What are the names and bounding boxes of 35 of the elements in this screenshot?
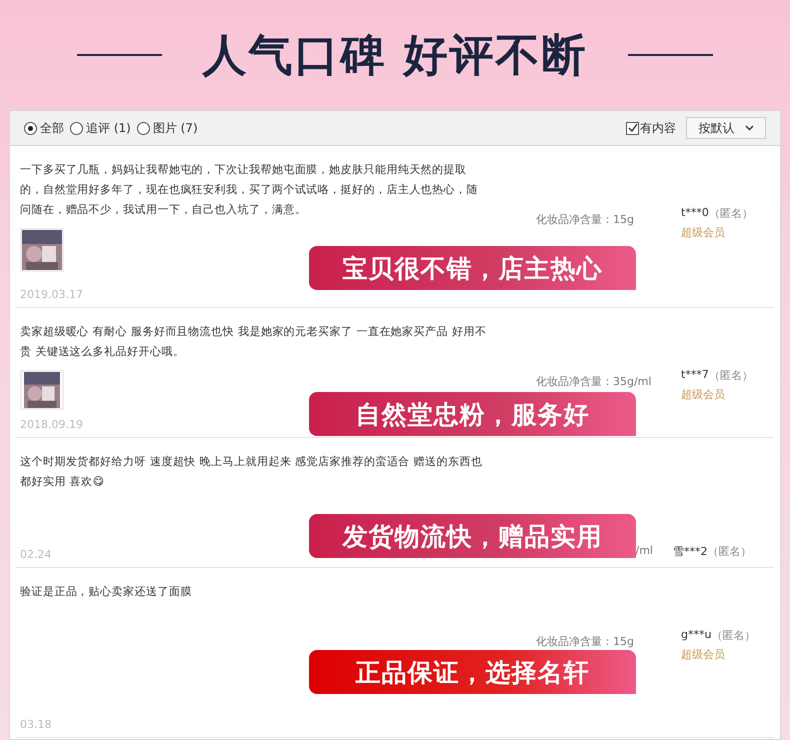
- user-name: 雪***2: [673, 544, 708, 559]
- page-heading: 人气口碑 好评不断: [202, 28, 588, 82]
- user-name: t***7: [681, 368, 709, 383]
- review-date: 2018.09.19: [20, 418, 83, 431]
- user-name: t***0: [681, 206, 709, 221]
- anonymous-label: （匿名）: [708, 368, 753, 383]
- promo-banner: 宝贝很不错，店主热心: [309, 246, 636, 290]
- promo-banner: 正品保证，选择名轩: [309, 650, 636, 694]
- anonymous-label: （匿名）: [708, 544, 752, 559]
- content-checkbox[interactable]: 有内容: [626, 120, 676, 136]
- member-level: 超级会员: [681, 387, 726, 402]
- review-text: 一下多买了几瓶，妈妈让我帮她屯的，下次让我帮她屯面膜，她皮肤只能用纯天然的提取的，自然堂用好多年了，现在也疯狂安利我，买了两个试试咯，挺好的，店主人也热心，随问随在，赠品不少，我试用一下，自己也入坑了，满意。: [20, 162, 479, 218]
- review-text: 这个时期发货都好给力呀 速度超快 晚上马上就用起来 感觉店家推荐的蛮适合 赠送的东西也都好实用 喜欢😋: [20, 454, 484, 490]
- filter-radio[interactable]: 追评 (1): [70, 120, 131, 136]
- member-level: 超级会员: [681, 647, 726, 662]
- anonymous-label: （匿名）: [708, 206, 753, 221]
- product-spec: 化妆品净含量：35g/ml: [536, 374, 652, 389]
- review-text: 卖家超级暖心 有耐心 服务好而且物流也快 我是她家的元老买家了 一直在她家买产品 好用不贵 关键送这么多礼品好开心哦。: [20, 324, 488, 360]
- review-date: 03.18: [20, 718, 52, 731]
- review-date: 2019.03.17: [20, 288, 83, 301]
- promo-banner: 自然堂忠粉，服务好: [309, 392, 636, 436]
- caret-icon: [744, 125, 754, 131]
- product-spec: 化妆品净含量：15g: [536, 634, 635, 649]
- review-text: 验证是正品，贴心卖家还送了面膜: [20, 584, 193, 600]
- member-level: 超级会员: [681, 225, 726, 240]
- promo-banner: 发货物流快，赠品实用: [309, 514, 636, 558]
- filter-radio[interactable]: 全部: [24, 120, 64, 136]
- product-spec: /ml: [634, 544, 653, 557]
- product-spec: 化妆品净含量：15g: [536, 212, 635, 227]
- check-icon: [628, 123, 638, 133]
- filter-radio[interactable]: 图片 (7): [136, 120, 198, 136]
- anonymous-label: （匿名）: [711, 628, 756, 643]
- review-date: 02.24: [20, 548, 52, 561]
- sort-dropdown[interactable]: 按默认: [686, 117, 766, 139]
- user-name: g***u: [681, 628, 712, 643]
